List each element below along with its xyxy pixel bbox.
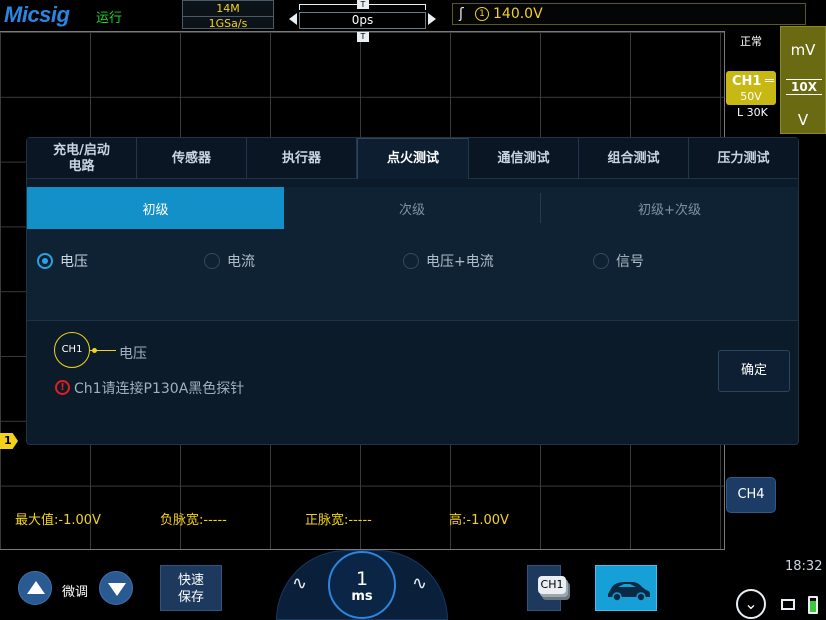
trigger-source: 1 xyxy=(475,7,489,21)
auto-test-dialog: 充电/启动 电路 传感器 执行器 点火测试 通信测试 组合测试 压力测试 初级 … xyxy=(26,137,799,445)
scale-unit-up[interactable]: mV xyxy=(781,41,825,59)
clock: 18:32 xyxy=(785,559,823,574)
ch1-channel-card[interactable]: CH1 50V xyxy=(726,71,776,105)
trigger-info[interactable]: ʃ 1 140.0V xyxy=(452,3,806,25)
chevron-down-icon[interactable]: ⌄ xyxy=(736,589,766,619)
time-offset[interactable]: 0ps xyxy=(299,12,426,29)
tab-combined-test[interactable]: 组合测试 xyxy=(579,138,689,179)
radio-unchecked-icon xyxy=(593,253,609,269)
radio-signal[interactable]: 信号 xyxy=(593,251,644,271)
arrow-up-icon xyxy=(27,581,45,594)
bottom-bar: 微调 快速 保存 ∿ 1 ms ∿ CH1 18:32 ⌄ xyxy=(0,550,826,620)
time-left-arrow-icon[interactable] xyxy=(289,13,297,25)
ch1-probe-icon: CH1 xyxy=(54,332,90,368)
subtab-secondary[interactable]: 次级 xyxy=(284,187,540,229)
measurement-max: 最大值:-1.00V xyxy=(15,513,101,528)
ch1-scale: 50V xyxy=(740,90,762,103)
dc-coupling-icon xyxy=(765,79,774,82)
subtab-primary[interactable]: 初级 xyxy=(27,187,284,229)
sine-wave-left-icon[interactable]: ∿ xyxy=(292,573,307,594)
radio-unchecked-icon xyxy=(403,253,419,269)
battery-icon xyxy=(808,596,818,614)
timebase-value: 1 xyxy=(355,568,369,590)
radio-voltage[interactable]: 电压 xyxy=(37,251,88,271)
ch1-chip-icon: CH1 xyxy=(538,576,566,594)
brand-logo: Micsig xyxy=(4,2,70,27)
acquisition-info[interactable]: 14M 1GSa/s xyxy=(182,0,274,30)
tab-sensor[interactable]: 传感器 xyxy=(137,138,247,179)
fine-down-button[interactable] xyxy=(99,571,133,605)
memory-depth: 14M xyxy=(216,2,240,15)
automotive-mode-button[interactable] xyxy=(595,565,657,611)
measurement-high: 高:-1.00V xyxy=(449,513,509,528)
radio-unchecked-icon xyxy=(204,253,220,269)
fine-up-button[interactable] xyxy=(18,571,52,605)
car-icon xyxy=(608,582,650,602)
ignition-subtabs: 初级 次级 初级+次级 xyxy=(27,187,798,229)
radio-voltage-label: 电压 xyxy=(60,254,88,270)
fine-adjust-label: 微调 xyxy=(62,585,89,600)
measurement-pos-width: 正脉宽:----- xyxy=(305,513,372,528)
quick-save-button[interactable]: 快速 保存 xyxy=(160,565,222,611)
probe-ratio[interactable]: 10X xyxy=(786,79,822,95)
radio-current-label: 电流 xyxy=(227,254,255,270)
connection-measure-label: 电压 xyxy=(119,346,147,362)
ch4-button[interactable]: CH4 xyxy=(726,477,776,513)
measurement-neg-width: 负脉宽:----- xyxy=(160,513,227,528)
trigger-mode[interactable]: 正常 xyxy=(740,33,762,49)
probe-connector-dot xyxy=(92,348,97,353)
tab-communication-test[interactable]: 通信测试 xyxy=(469,138,579,179)
run-state-indicator[interactable]: 运行 xyxy=(96,7,122,26)
arrow-down-icon xyxy=(108,583,126,596)
probe-warning-text: Ch1请连接P130A黑色探针 xyxy=(74,381,245,397)
radio-current[interactable]: 电流 xyxy=(204,251,255,271)
sample-rate: 1GSa/s xyxy=(183,16,273,30)
rising-edge-icon: ʃ xyxy=(459,6,464,22)
trigger-time-marker-icon[interactable]: T xyxy=(357,32,369,42)
tab-pressure-test[interactable]: 压力测试 xyxy=(689,138,798,179)
trigger-level: 140.0V xyxy=(493,6,543,22)
monitor-icon[interactable] xyxy=(781,599,795,610)
confirm-button[interactable]: 确定 xyxy=(718,350,790,392)
timebase-unit: ms xyxy=(351,589,373,604)
radio-voltage-current[interactable]: 电压+电流 xyxy=(403,251,494,271)
tab-charging-circuit[interactable]: 充电/启动 电路 xyxy=(27,138,137,179)
category-tabs: 充电/启动 电路 传感器 执行器 点火测试 通信测试 组合测试 压力测试 xyxy=(27,138,798,179)
tab-actuator[interactable]: 执行器 xyxy=(247,138,357,179)
warning-icon: ! xyxy=(55,380,70,395)
radio-checked-icon xyxy=(37,253,53,269)
top-bar: Micsig 运行 14M 1GSa/s T 0ps ʃ 1 140.0V xyxy=(0,0,826,31)
ch1-name: CH1 xyxy=(732,74,762,89)
ch1-bandwidth-limit: L 30K xyxy=(737,106,768,119)
radio-voltage-current-label: 电压+电流 xyxy=(426,254,494,270)
vertical-scale-panel[interactable]: mV 10X V xyxy=(780,26,826,134)
scale-unit-down[interactable]: V xyxy=(781,111,825,129)
time-right-arrow-icon[interactable] xyxy=(428,13,436,25)
sine-wave-right-icon[interactable]: ∿ xyxy=(412,573,427,594)
subtab-primary-secondary[interactable]: 初级+次级 xyxy=(541,187,798,229)
tab-ignition-test[interactable]: 点火测试 xyxy=(357,138,469,179)
signal-type-options: 电压 电流 电压+电流 信号 xyxy=(27,229,798,321)
radio-signal-label: 信号 xyxy=(616,254,644,270)
trigger-position-icon: T xyxy=(357,0,369,9)
